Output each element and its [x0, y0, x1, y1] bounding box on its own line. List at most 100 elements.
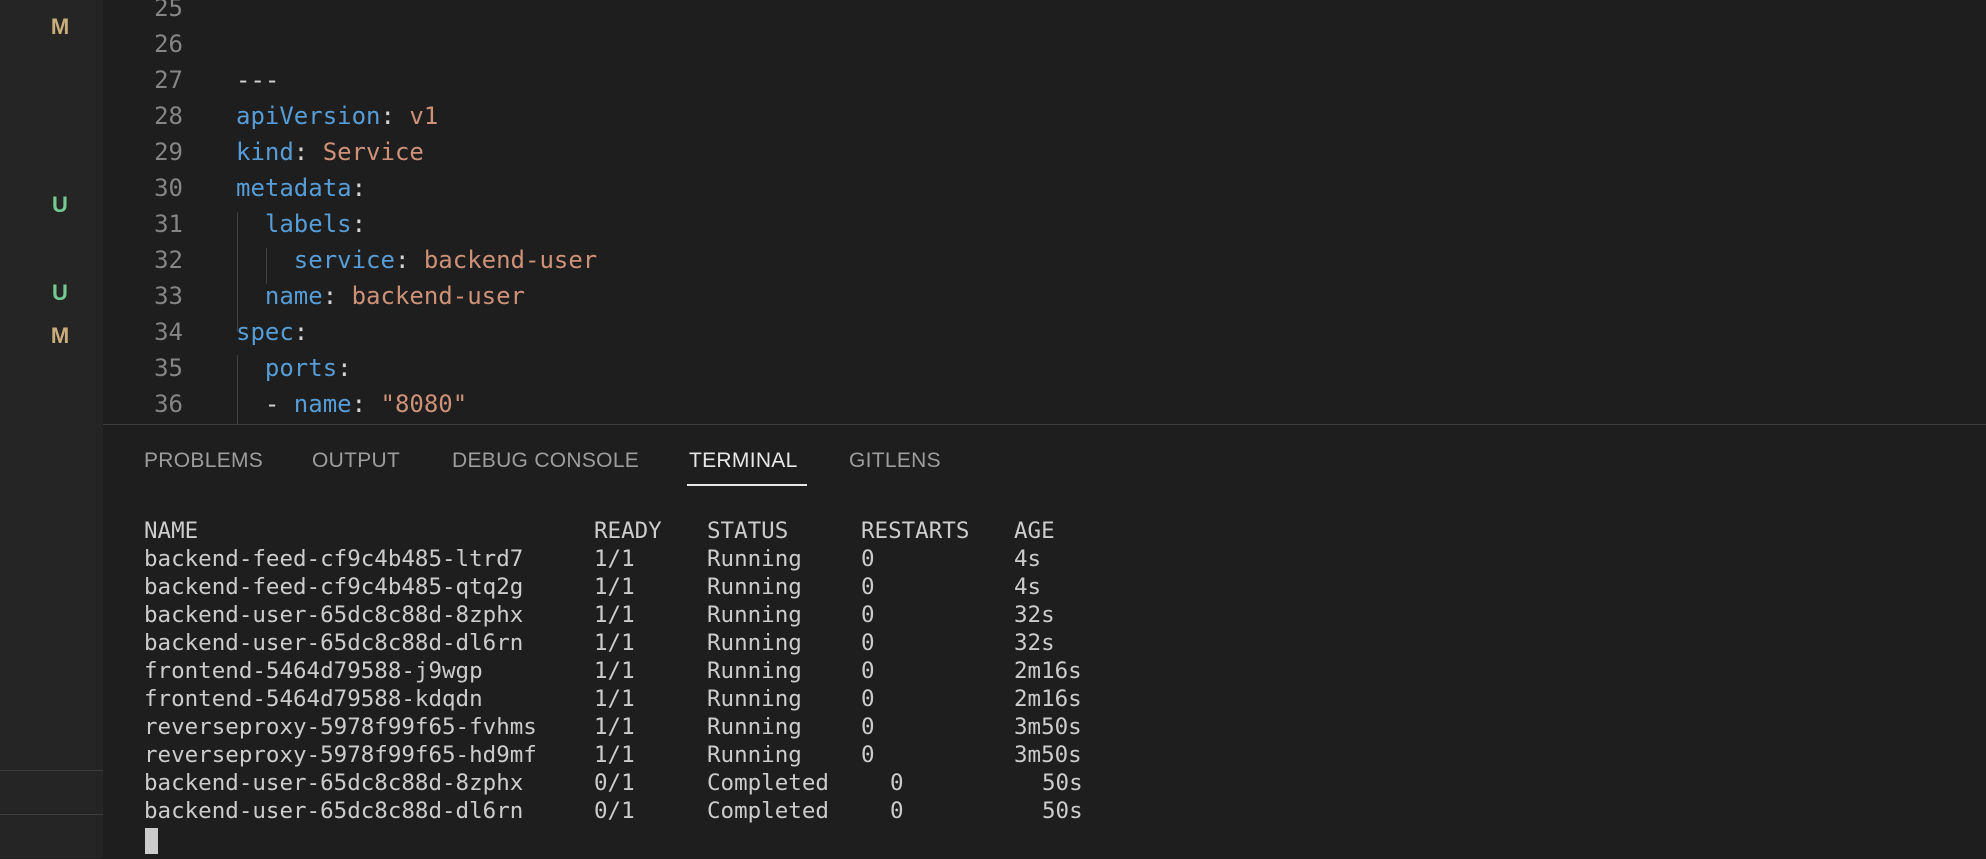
- code-token: :: [293, 318, 309, 346]
- terminal-cell-name: backend-user-65dc8c88d-dl6rn: [144, 798, 524, 824]
- line-number: 36: [154, 390, 183, 418]
- code-line: 34 spec:: [103, 314, 1903, 350]
- line-number: 31: [154, 210, 183, 238]
- terminal-cell-ready: 1/1: [594, 714, 635, 740]
- line-number: 33: [154, 282, 183, 310]
- terminal-cell-ready: 1/1: [594, 686, 635, 712]
- code-line: 28 apiVersion: v1: [103, 98, 1903, 134]
- code-token: -: [236, 390, 294, 418]
- code-token: :: [351, 210, 367, 238]
- terminal-row: backend-feed-cf9c4b485-qtq2g 1/1 Running 0 4…: [144, 573, 1144, 601]
- tab-debug-console[interactable]: DEBUG CONSOLE: [452, 449, 639, 489]
- code-text: spec:: [236, 314, 308, 350]
- terminal-cell-name: backend-user-65dc8c88d-8zphx: [144, 770, 524, 796]
- git-modified-badge: M: [50, 323, 70, 348]
- terminal-cell-restarts: RESTARTS: [861, 518, 970, 544]
- code-editor[interactable]: 25 26 27 --- 28 apiVersion: v1 29 kind: Service…: [103, 0, 1986, 424]
- terminal-cell-restarts: 0: [861, 742, 875, 768]
- terminal-cell-restarts: 0: [861, 546, 875, 572]
- terminal-cell-restarts: 0: [890, 770, 904, 796]
- terminal-cell-age: AGE: [1014, 518, 1055, 544]
- terminal-cell-age: 4s: [1014, 574, 1042, 600]
- terminal-cell-status: Completed: [707, 770, 829, 796]
- terminal-cell-age: 50s: [1042, 770, 1083, 796]
- terminal-cell-restarts: 0: [861, 602, 875, 628]
- terminal-cell-ready: READY: [594, 518, 662, 544]
- code-text: labels:: [236, 206, 366, 242]
- active-tab-indicator: [687, 484, 807, 486]
- code-line: 29 kind: Service: [103, 134, 1903, 170]
- git-untracked-badge: U: [52, 280, 68, 305]
- terminal-row: frontend-5464d79588-j9wgp 1/1 Running 0 2m16…: [144, 657, 1144, 685]
- terminal-cell-restarts: 0: [861, 630, 875, 656]
- terminal-cell-name: NAME: [144, 518, 199, 544]
- code-token: "8080": [380, 390, 468, 418]
- tab-problems[interactable]: PROBLEMS: [144, 449, 263, 489]
- indent-guide: [266, 248, 267, 284]
- terminal-cell-age: 3m50s: [1014, 714, 1082, 740]
- code-token: :: [351, 174, 367, 202]
- code-token: backend-user: [423, 246, 598, 274]
- code-text: service: backend-user: [236, 242, 597, 278]
- sidebar-divider: [0, 770, 103, 771]
- terminal-cell-ready: 0/1: [594, 770, 635, 796]
- terminal-row: backend-user-65dc8c88d-dl6rn 0/1 Completed…: [144, 797, 1144, 825]
- code-token: labels: [236, 210, 352, 238]
- code-token: :: [380, 102, 410, 130]
- line-number: 26: [154, 30, 183, 58]
- terminal-cell-name: backend-user-65dc8c88d-8zphx: [144, 602, 524, 628]
- code-line: 27 ---: [103, 62, 1903, 98]
- sidebar-divider: [0, 814, 103, 815]
- code-line: 25: [103, 0, 1903, 26]
- code-token: Service: [322, 138, 424, 166]
- terminal-cell-status: Running: [707, 742, 802, 768]
- line-number: 32: [154, 246, 183, 274]
- terminal-cell-name: frontend-5464d79588-kdqdn: [144, 686, 483, 712]
- terminal-cell-age: 4s: [1014, 546, 1042, 572]
- terminal-row: backend-user-65dc8c88d-8zphx 1/1 Running 0 3…: [144, 601, 1144, 629]
- code-text: ports:: [236, 350, 352, 386]
- terminal-cell-age: 32s: [1014, 602, 1055, 628]
- line-number: 28: [154, 102, 183, 130]
- indent-guide: [237, 355, 238, 424]
- code-line: 26: [103, 26, 1903, 62]
- terminal-cell-age: 2m16s: [1014, 658, 1082, 684]
- terminal-cell-age: 50s: [1042, 798, 1083, 824]
- terminal-row: backend-user-65dc8c88d-dl6rn 1/1 Running 0 3…: [144, 629, 1144, 657]
- code-line: 33 name: backend-user: [103, 278, 1903, 314]
- terminal-cell-name: frontend-5464d79588-j9wgp: [144, 658, 483, 684]
- terminal-cell-age: 32s: [1014, 630, 1055, 656]
- bottom-panel: PROBLEMS OUTPUT DEBUG CONSOLE TERMINAL G…: [103, 424, 1986, 859]
- code-token: :: [351, 390, 381, 418]
- code-text: apiVersion: v1: [236, 98, 438, 134]
- terminal-cell-restarts: 0: [861, 658, 875, 684]
- terminal-cell-status: Running: [707, 714, 802, 740]
- terminal-cell-age: 3m50s: [1014, 742, 1082, 768]
- code-token: kind: [236, 138, 294, 166]
- tab-gitlens[interactable]: GITLENS: [849, 449, 941, 489]
- terminal-header-row: NAME READY STATUS RESTARTS AGE: [144, 517, 1144, 545]
- terminal-cell-status: Running: [707, 546, 802, 572]
- terminal-row: frontend-5464d79588-kdqdn 1/1 Running 0 2m16…: [144, 685, 1144, 713]
- tab-terminal[interactable]: TERMINAL: [689, 449, 798, 489]
- code-token: ---: [236, 66, 280, 94]
- code-text: name: backend-user: [236, 278, 525, 314]
- terminal-cell-status: Running: [707, 574, 802, 600]
- indent-guide: [237, 212, 238, 332]
- code-token: :: [322, 282, 352, 310]
- terminal-row: backend-user-65dc8c88d-8zphx 0/1 Completed…: [144, 769, 1144, 797]
- terminal-cell-restarts: 0: [861, 574, 875, 600]
- terminal-cell-ready: 1/1: [594, 658, 635, 684]
- code-token: name: [293, 390, 352, 418]
- terminal-cell-status: Running: [707, 630, 802, 656]
- code-token: ports: [236, 354, 338, 382]
- terminal-cell-ready: 1/1: [594, 742, 635, 768]
- code-text: ---: [236, 62, 279, 98]
- terminal-cell-name: backend-feed-cf9c4b485-ltrd7: [144, 546, 524, 572]
- tab-output[interactable]: OUTPUT: [312, 449, 400, 489]
- git-modified-badge: M: [50, 14, 70, 39]
- code-token: name: [236, 282, 323, 310]
- git-untracked-badge: U: [52, 192, 68, 217]
- terminal-cursor: [145, 828, 158, 854]
- code-text: metadata:: [236, 170, 366, 206]
